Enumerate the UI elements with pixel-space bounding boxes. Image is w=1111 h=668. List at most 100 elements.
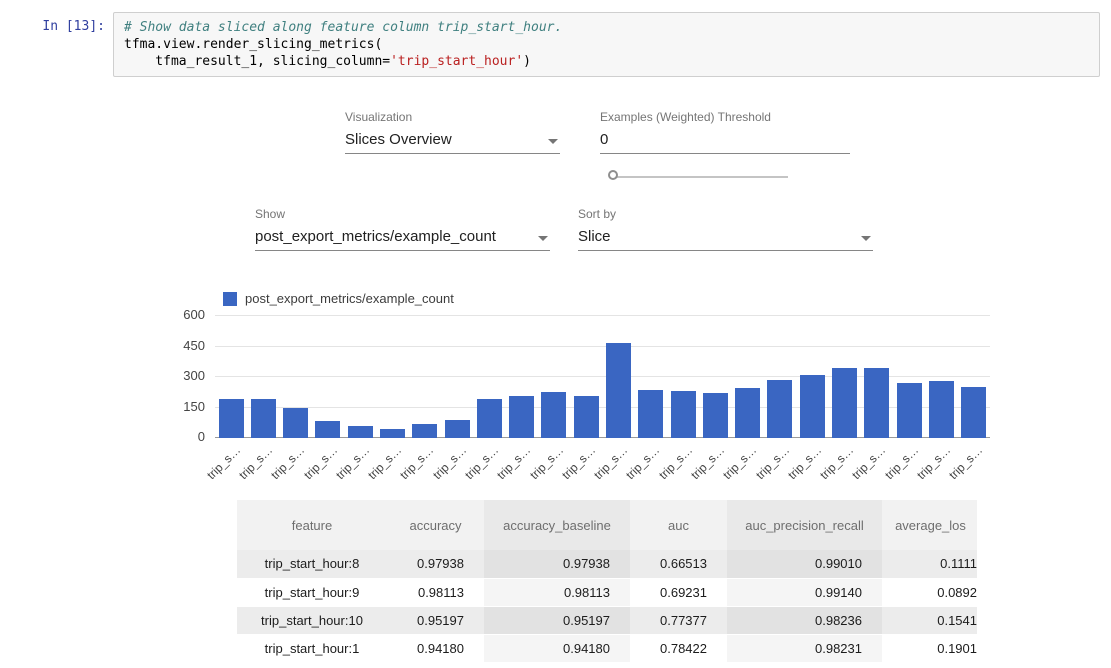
visualization-value: Slices Overview	[345, 132, 452, 148]
table-header-row: featureaccuracyaccuracy_baselineaucauc_p…	[237, 500, 977, 550]
metric-cell: 0.1901	[882, 634, 977, 662]
x-axis-label: trip_s…	[204, 443, 243, 482]
code-line: tfma.view.render_slicing_metrics(	[124, 36, 1089, 53]
bar[interactable]	[412, 424, 437, 438]
bar-slot	[958, 315, 990, 438]
chevron-down-icon[interactable]	[548, 139, 558, 144]
column-header-auc_precision_recall[interactable]: auc_precision_recall	[727, 500, 882, 550]
chevron-down-icon[interactable]	[861, 236, 871, 241]
metric-cell: 0.99140	[727, 578, 882, 606]
bar[interactable]	[864, 368, 889, 438]
bar[interactable]	[348, 426, 373, 438]
bar-slot	[570, 315, 602, 438]
bar[interactable]	[961, 387, 986, 438]
column-header-average_los[interactable]: average_los	[882, 500, 977, 550]
bar-slot	[828, 315, 860, 438]
metric-cell: 0.94180	[387, 634, 484, 662]
visualization-label: Visualization	[345, 111, 560, 124]
bar[interactable]	[477, 399, 502, 438]
bar[interactable]	[767, 380, 792, 438]
feature-cell: trip_start_hour:8	[237, 550, 387, 578]
sort-by-select[interactable]: Sort by Slice	[578, 208, 873, 251]
bar[interactable]	[703, 393, 728, 438]
bar[interactable]	[509, 396, 534, 438]
bar[interactable]	[283, 408, 308, 438]
bar[interactable]	[380, 429, 405, 438]
metric-cell: 0.77377	[630, 606, 727, 634]
bar[interactable]	[832, 368, 857, 438]
bar[interactable]	[929, 381, 954, 438]
threshold-label: Examples (Weighted) Threshold	[600, 111, 850, 124]
column-header-accuracy[interactable]: accuracy	[387, 500, 484, 550]
metric-cell: 0.1111	[882, 550, 977, 578]
bar[interactable]	[638, 390, 663, 438]
sort-by-value: Slice	[578, 229, 611, 245]
bar[interactable]	[541, 392, 566, 438]
bar[interactable]	[735, 388, 760, 438]
bar[interactable]	[251, 399, 276, 438]
slider-thumb[interactable]	[608, 170, 618, 180]
bar-slot	[861, 315, 893, 438]
threshold-control: Examples (Weighted) Threshold	[600, 111, 850, 154]
bar-slot	[441, 315, 473, 438]
plot-area	[215, 315, 990, 438]
bar[interactable]	[606, 343, 631, 438]
metric-cell: 0.98113	[387, 578, 484, 606]
metric-cell: 0.95197	[484, 606, 630, 634]
chevron-down-icon[interactable]	[538, 236, 548, 241]
bar-slot	[732, 315, 764, 438]
column-header-auc[interactable]: auc	[630, 500, 727, 550]
input-prompt: In [13]:	[0, 12, 113, 77]
bar-slot	[409, 315, 441, 438]
column-header-feature[interactable]: feature	[237, 500, 387, 550]
code-line: # Show data sliced along feature column …	[124, 19, 1089, 36]
bar[interactable]	[800, 375, 825, 438]
metric-cell: 0.97938	[484, 550, 630, 578]
sort-by-label: Sort by	[578, 208, 873, 221]
table-row[interactable]: trip_start_hour:80.979380.979380.665130.…	[237, 550, 977, 578]
metric-cell: 0.78422	[630, 634, 727, 662]
y-axis-label: 450	[183, 339, 205, 353]
bar-slot	[473, 315, 505, 438]
metrics-table: featureaccuracyaccuracy_baselineaucauc_p…	[237, 500, 977, 663]
threshold-input[interactable]	[600, 132, 850, 148]
visualization-select[interactable]: Visualization Slices Overview	[345, 111, 560, 154]
table-row[interactable]: trip_start_hour:100.951970.951970.773770…	[237, 606, 977, 634]
bar-slot	[215, 315, 247, 438]
metric-cell: 0.94180	[484, 634, 630, 662]
metric-cell: 0.1541	[882, 606, 977, 634]
bar-slot	[247, 315, 279, 438]
metric-cell: 0.95197	[387, 606, 484, 634]
bar-slot	[667, 315, 699, 438]
code-editor[interactable]: # Show data sliced along feature column …	[113, 12, 1100, 77]
metric-cell: 0.98236	[727, 606, 882, 634]
metric-cell: 0.98231	[727, 634, 882, 662]
bar-slot	[764, 315, 796, 438]
x-axis-slot: trip_s…	[958, 438, 990, 480]
show-metric-select[interactable]: Show post_export_metrics/example_count	[255, 208, 550, 251]
threshold-slider[interactable]	[608, 169, 788, 185]
bar-slot	[377, 315, 409, 438]
show-value: post_export_metrics/example_count	[255, 229, 496, 245]
bar-slot	[280, 315, 312, 438]
table-row[interactable]: trip_start_hour:90.981130.981130.692310.…	[237, 578, 977, 606]
feature-cell: trip_start_hour:1	[237, 634, 387, 662]
chart-legend: post_export_metrics/example_count	[223, 291, 990, 306]
bar[interactable]	[315, 421, 340, 438]
bar-slot	[344, 315, 376, 438]
bar[interactable]	[897, 383, 922, 438]
bar-slot	[796, 315, 828, 438]
feature-cell: trip_start_hour:9	[237, 578, 387, 606]
bar[interactable]	[219, 399, 244, 438]
bar[interactable]	[671, 391, 696, 438]
bar[interactable]	[574, 396, 599, 438]
slider-track[interactable]	[617, 176, 788, 178]
y-axis-label: 0	[198, 430, 205, 444]
bar[interactable]	[445, 420, 470, 438]
table-row[interactable]: trip_start_hour:10.941800.941800.784220.…	[237, 634, 977, 662]
bars	[215, 315, 990, 438]
y-axis-label: 150	[183, 400, 205, 414]
metric-cell: 0.97938	[387, 550, 484, 578]
column-header-accuracy_baseline[interactable]: accuracy_baseline	[484, 500, 630, 550]
metric-cell: 0.98113	[484, 578, 630, 606]
